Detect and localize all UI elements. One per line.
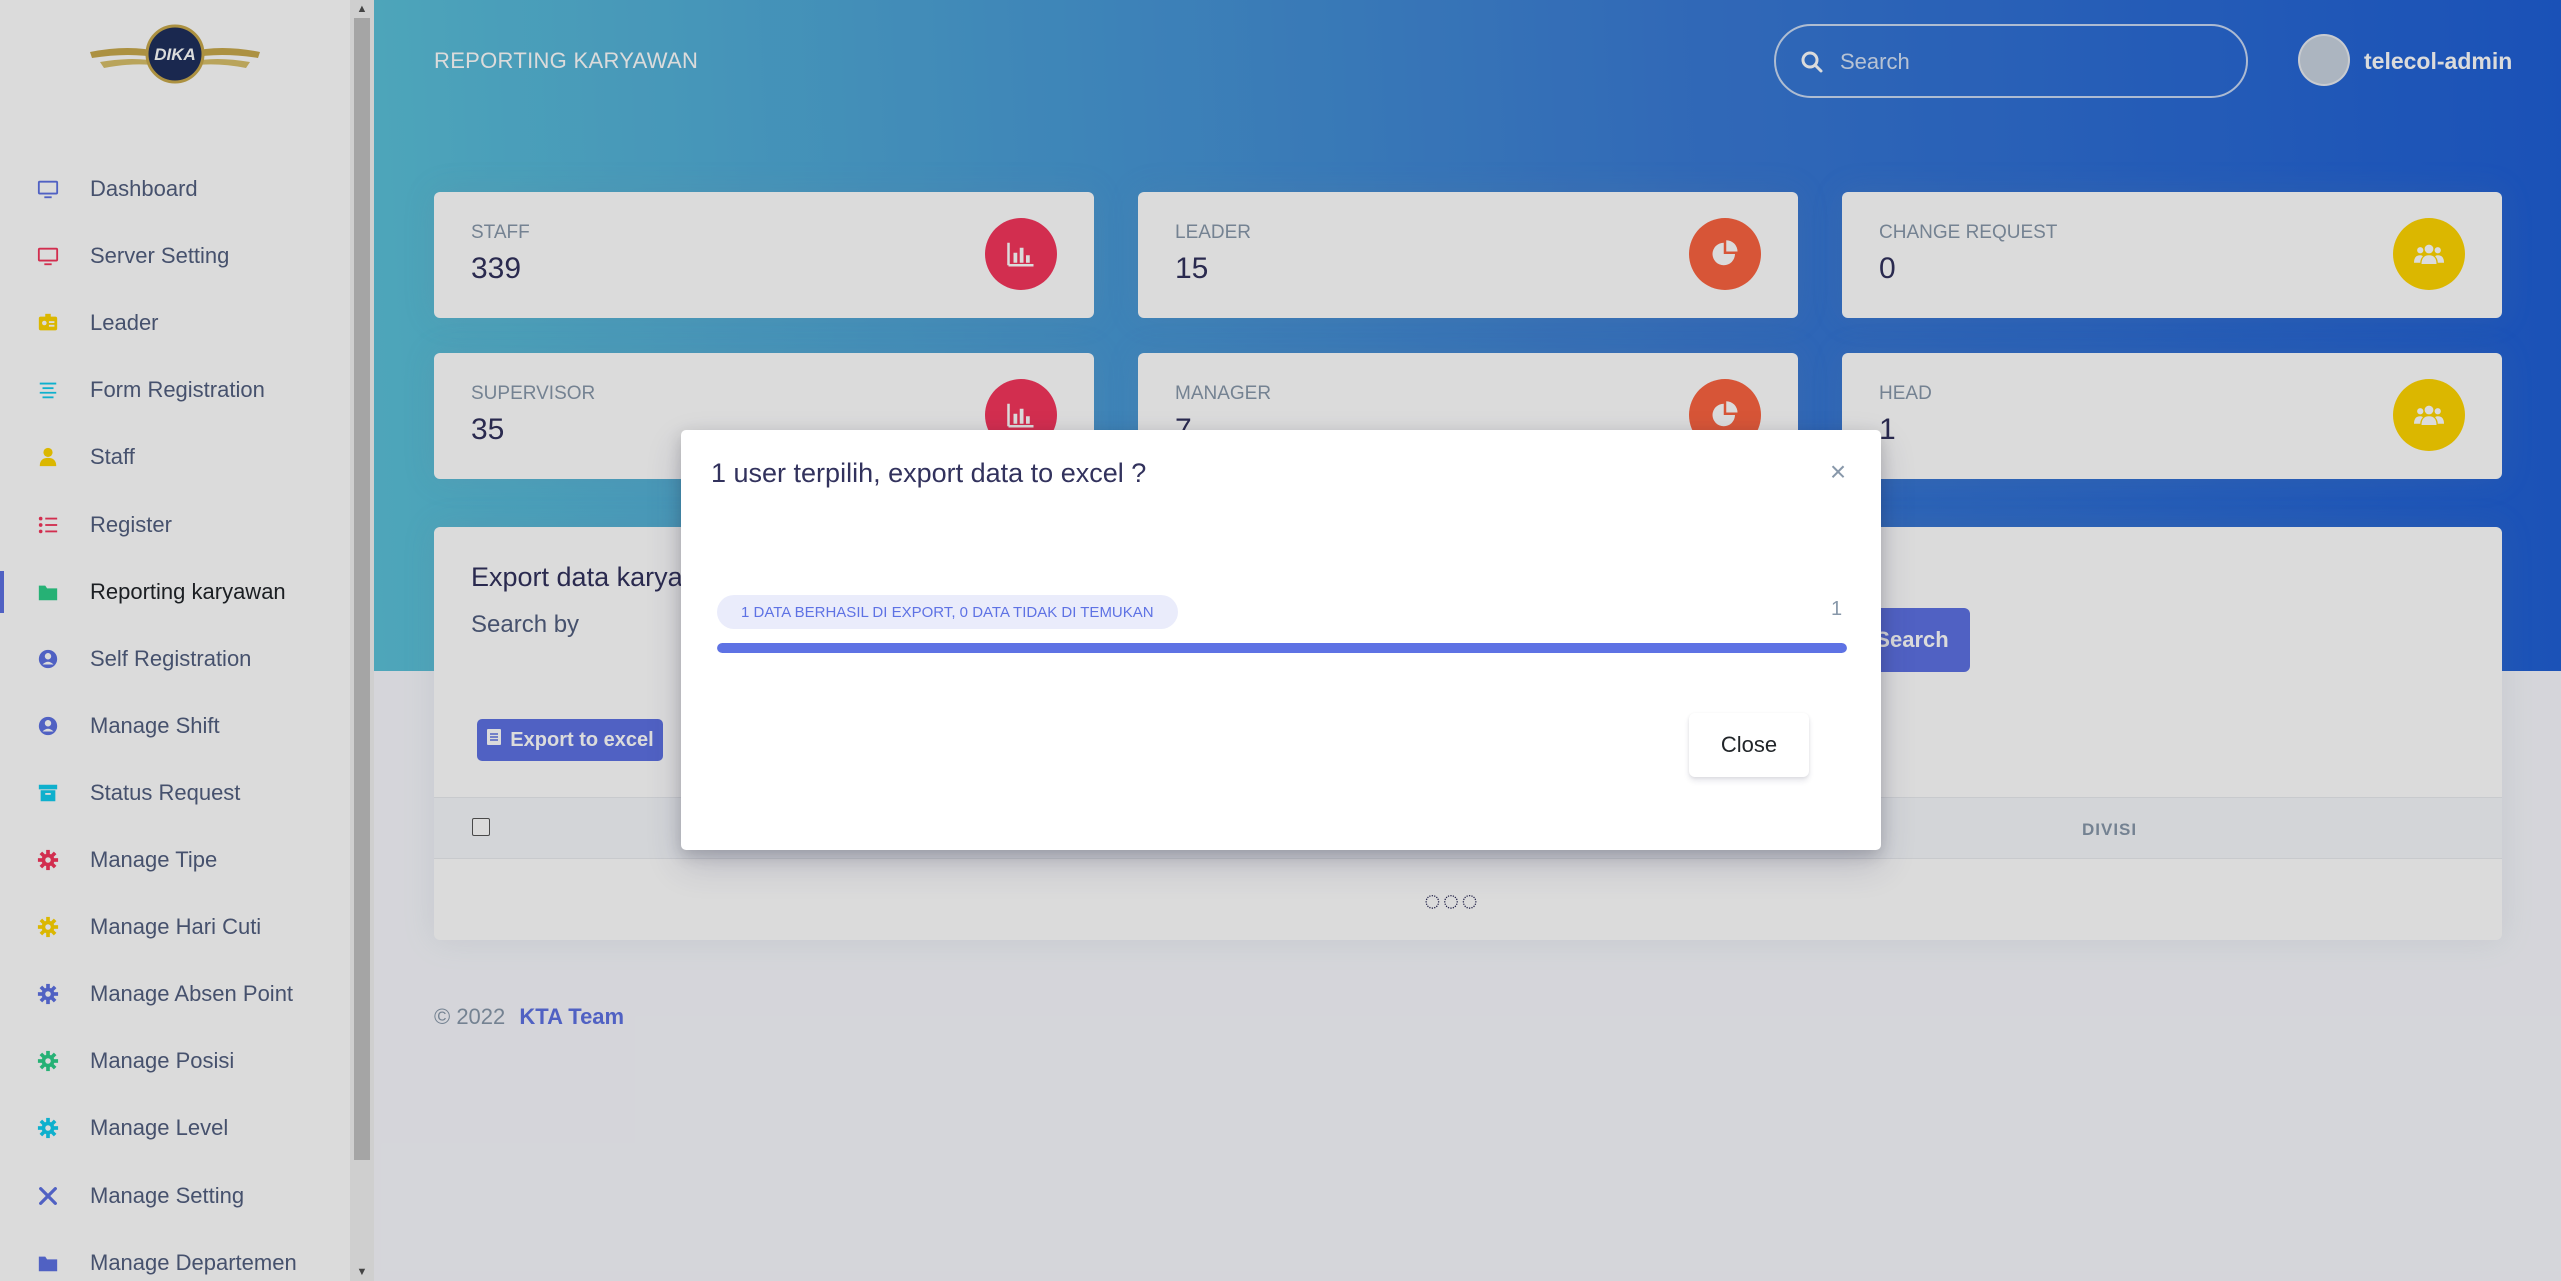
progress-value: 1 — [1831, 598, 1843, 620]
progress-bar-fill — [717, 643, 1847, 653]
close-button[interactable]: Close — [1689, 713, 1809, 777]
progress-status-label: 1 DATA BERHASIL DI EXPORT, 0 DATA TIDAK … — [717, 595, 1178, 629]
close-icon[interactable]: × — [1825, 456, 1851, 487]
close-button-label: Close — [1720, 732, 1778, 757]
modal-title: 1 user terpilih, export data to excel ? — [711, 458, 1147, 488]
export-modal: 1 user terpilih, export data to excel ? … — [681, 430, 1881, 850]
progress-bar — [717, 643, 1847, 653]
